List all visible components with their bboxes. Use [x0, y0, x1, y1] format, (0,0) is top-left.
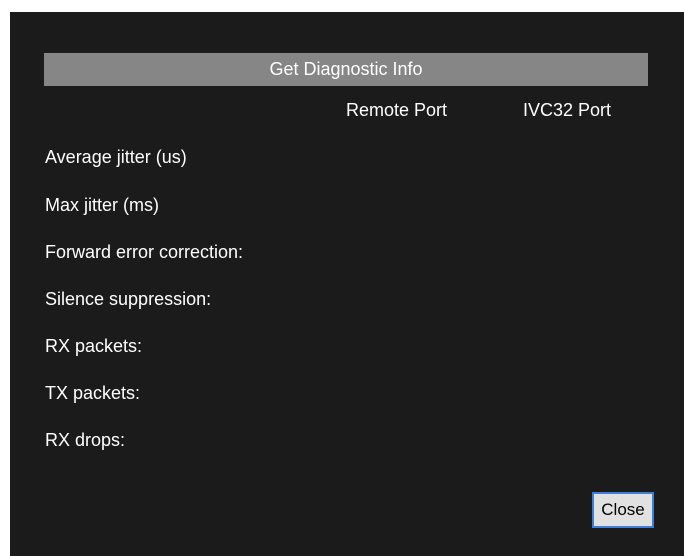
- tx-packets-label: TX packets:: [45, 383, 141, 403]
- rx-packets-label: RX packets:: [45, 336, 143, 356]
- diagnostic-dialog: Get Diagnostic Info Remote Port IVC32 Po…: [10, 12, 684, 556]
- max-jitter-label: Max jitter (ms): [45, 195, 159, 215]
- rx-drops-label: RX drops:: [45, 430, 126, 450]
- forward-error-correction-label: Forward error correction:: [45, 242, 244, 262]
- remote-port-column-header: Remote Port: [346, 100, 448, 120]
- ivc32-port-column-header: IVC32 Port: [523, 100, 612, 120]
- average-jitter-label: Average jitter (us): [45, 147, 187, 167]
- get-diagnostic-info-button[interactable]: Get Diagnostic Info: [44, 53, 648, 86]
- close-button[interactable]: Close: [592, 492, 654, 528]
- silence-suppression-label: Silence suppression:: [45, 289, 212, 309]
